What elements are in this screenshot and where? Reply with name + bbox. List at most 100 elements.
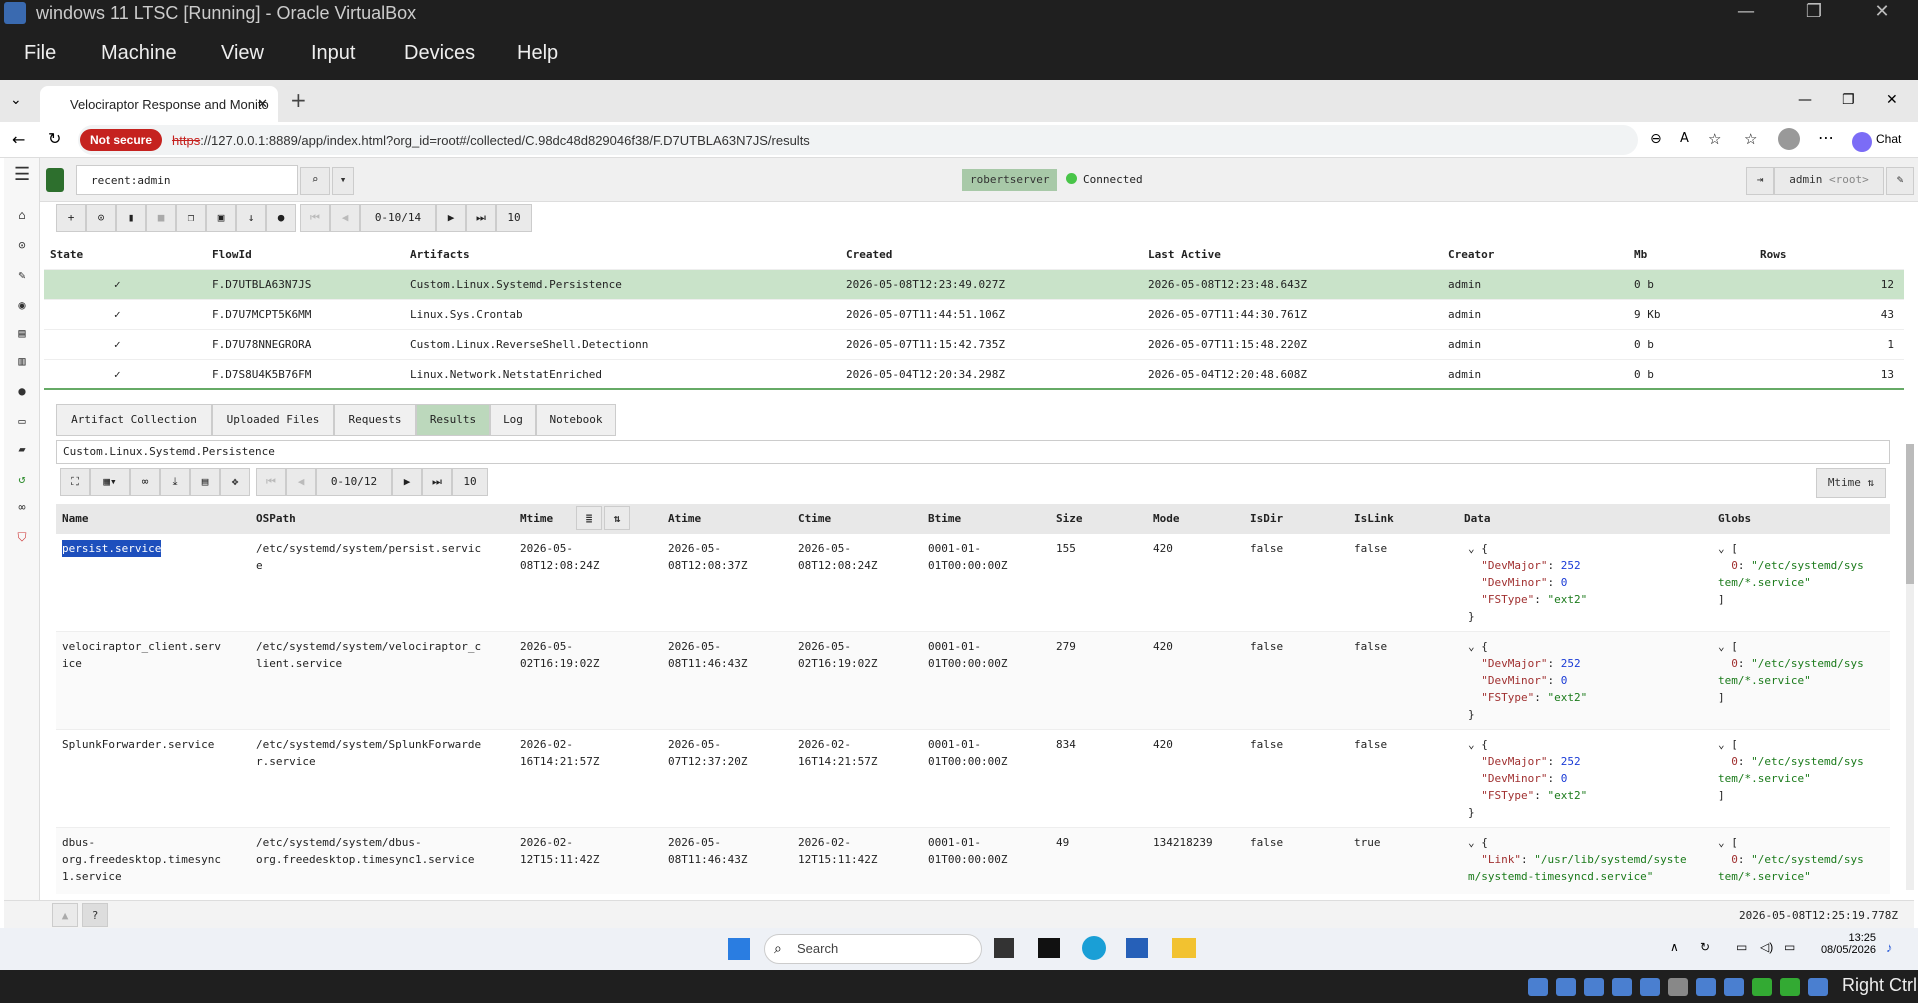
copy-icon[interactable]: ❐ xyxy=(176,204,206,232)
tab-requests[interactable]: Requests xyxy=(334,404,416,436)
optical-icon[interactable] xyxy=(1556,978,1576,996)
flow-row[interactable]: ✓ F.D7U78NNEGRORA Custom.Linux.ReverseSh… xyxy=(44,330,1904,360)
col-mb[interactable]: Mb xyxy=(1634,240,1647,270)
battery-icon[interactable]: ▭ xyxy=(1784,940,1795,954)
terminal-icon[interactable] xyxy=(1038,938,1060,958)
columns-icon[interactable]: ▦▾ xyxy=(90,468,130,496)
wrench-icon[interactable]: ✎ xyxy=(14,268,30,284)
hamburger-icon[interactable]: ☰ xyxy=(14,164,30,185)
download-icon[interactable]: ⤓ xyxy=(160,468,190,496)
col-state[interactable]: State xyxy=(50,240,83,270)
user-icon[interactable]: ● xyxy=(14,384,30,400)
file-explorer-icon[interactable] xyxy=(1172,938,1196,958)
browser-minimize-icon[interactable]: — xyxy=(1798,92,1812,108)
menu-view[interactable]: View xyxy=(221,42,264,65)
col-ospath[interactable]: OSPath xyxy=(256,510,296,527)
tab-close-icon[interactable]: ✕ xyxy=(257,96,268,112)
task-view-icon[interactable] xyxy=(994,938,1014,958)
col-rows[interactable]: Rows xyxy=(1760,240,1787,270)
user-icon[interactable]: ● xyxy=(266,204,296,232)
col-ctime[interactable]: Ctime xyxy=(798,510,831,527)
minimize-icon[interactable]: — xyxy=(1716,0,1776,26)
page-range[interactable]: 0-10/12 xyxy=(316,468,392,496)
binoculars-icon[interactable]: ∞ xyxy=(130,468,160,496)
last-page-icon[interactable]: ⏭ xyxy=(466,204,496,232)
user-menu[interactable]: admin <root> xyxy=(1774,167,1884,195)
back-icon[interactable]: ← xyxy=(12,130,25,149)
prev-page-icon[interactable]: ◀ xyxy=(330,204,360,232)
profile-avatar[interactable] xyxy=(1778,128,1800,150)
col-data[interactable]: Data xyxy=(1464,510,1491,527)
favorite-icon[interactable]: ☆ xyxy=(1708,130,1721,148)
close-icon[interactable]: ✕ xyxy=(1852,0,1912,26)
page-size-select[interactable]: 10 xyxy=(496,204,532,232)
menu-machine[interactable]: Machine xyxy=(101,42,177,65)
history-icon[interactable]: ↺ xyxy=(14,472,30,488)
col-atime[interactable]: Atime xyxy=(668,510,701,527)
col-globs[interactable]: Globs xyxy=(1718,510,1751,527)
bell-icon[interactable]: ▲ xyxy=(52,903,78,927)
col-btime[interactable]: Btime xyxy=(928,510,961,527)
network-adapter-icon[interactable] xyxy=(1612,978,1632,996)
flow-row[interactable]: ✓ F.D7S8U4K5B76FM Linux.Network.NetstatE… xyxy=(44,360,1904,390)
audio-icon[interactable] xyxy=(1584,978,1604,996)
col-islink[interactable]: IsLink xyxy=(1354,510,1394,527)
display-icon[interactable] xyxy=(1696,978,1716,996)
col-artifacts[interactable]: Artifacts xyxy=(410,240,470,270)
globs-json[interactable]: ⌄ [ 0: "/etc/systemd/sys tem/*.service"] xyxy=(1718,540,1864,608)
binoculars-icon[interactable]: ∞ xyxy=(14,500,30,516)
tab-notebook[interactable]: Notebook xyxy=(536,404,616,436)
copilot-icon[interactable] xyxy=(1852,132,1872,152)
reload-icon[interactable]: ↻ xyxy=(48,129,61,148)
settings-wrench-icon[interactable]: ✎ xyxy=(1886,167,1914,195)
browser-close-icon[interactable]: ✕ xyxy=(1886,92,1898,108)
artifact-select[interactable]: Custom.Linux.Systemd.Persistence xyxy=(56,440,1890,464)
chat-label[interactable]: Chat xyxy=(1876,132,1901,146)
tab-list-icon[interactable]: ⌄ xyxy=(10,92,22,108)
globs-json[interactable]: ⌄ [ 0: "/etc/systemd/sys tem/*.service"] xyxy=(1718,638,1864,706)
table-row[interactable]: SplunkForwarder.service /etc/systemd/sys… xyxy=(56,730,1890,828)
volume-icon[interactable]: ◁) xyxy=(1760,940,1773,954)
delete-icon[interactable]: ▮ xyxy=(116,204,146,232)
col-mtime[interactable]: Mtime xyxy=(520,510,553,527)
globs-json[interactable]: ⌄ [ 0: "/etc/systemd/sys tem/*.service"] xyxy=(1718,736,1864,804)
data-json[interactable]: ⌄ { "Link": "/usr/lib/systemd/syste m/sy… xyxy=(1468,834,1687,885)
col-name[interactable]: Name xyxy=(62,510,89,527)
shared-folder-icon[interactable] xyxy=(1668,978,1688,996)
download-icon[interactable]: ↓ xyxy=(236,204,266,232)
data-json[interactable]: ⌄ { "DevMajor": 252 "DevMinor": 0 "FSTyp… xyxy=(1468,638,1587,723)
zoom-icon[interactable]: ⊖ xyxy=(1650,131,1662,147)
not-secure-badge[interactable]: Not secure xyxy=(80,129,163,151)
col-size[interactable]: Size xyxy=(1056,510,1083,527)
browser-restore-icon[interactable]: ❐ xyxy=(1842,92,1855,108)
scrollbar-thumb[interactable] xyxy=(1906,444,1914,584)
table-row[interactable]: dbus- org.freedesktop.timesync 1.service… xyxy=(56,828,1890,894)
search-icon[interactable]: ⌕ xyxy=(300,167,330,195)
tray-update-icon[interactable]: ↻ xyxy=(1700,940,1710,954)
tray-chevron-icon[interactable]: ∧ xyxy=(1670,940,1679,954)
search-dropdown-icon[interactable]: ▾ xyxy=(332,167,354,195)
col-flowid[interactable]: FlowId xyxy=(212,240,252,270)
page-size-select[interactable]: 10 xyxy=(452,468,488,496)
more-icon[interactable]: ⋯ xyxy=(1818,128,1834,147)
data-json[interactable]: ⌄ { "DevMajor": 252 "DevMinor": 0 "FSTyp… xyxy=(1468,736,1587,821)
notification-bell-icon[interactable]: ♪ xyxy=(1886,940,1893,955)
recording-icon[interactable] xyxy=(1724,978,1744,996)
keyboard-capture-icon[interactable] xyxy=(1808,978,1828,996)
powershell-icon[interactable] xyxy=(1126,938,1148,958)
sort-stack-icon[interactable]: ≣ xyxy=(576,506,602,530)
new-collection-icon[interactable]: + xyxy=(56,204,86,232)
table-row[interactable]: velociraptor_client.serv ice /etc/system… xyxy=(56,632,1890,730)
browser-tab[interactable]: Velociraptor Response and Monito ✕ xyxy=(40,86,278,122)
first-page-icon[interactable]: ⏮ xyxy=(256,468,286,496)
col-created[interactable]: Created xyxy=(846,240,892,270)
logout-icon[interactable]: ⇥ xyxy=(1746,167,1774,195)
menu-devices[interactable]: Devices xyxy=(404,42,475,65)
client-search-input[interactable]: recent:admin xyxy=(76,165,298,195)
new-tab-icon[interactable]: + xyxy=(290,88,307,112)
home-icon[interactable]: ⌂ xyxy=(14,208,30,224)
globs-json[interactable]: ⌄ [ 0: "/etc/systemd/sys tem/*.service" xyxy=(1718,834,1864,885)
page-range[interactable]: 0-10/14 xyxy=(360,204,436,232)
tab-uploaded-files[interactable]: Uploaded Files xyxy=(212,404,334,436)
target-icon[interactable]: ⊙ xyxy=(14,238,30,254)
